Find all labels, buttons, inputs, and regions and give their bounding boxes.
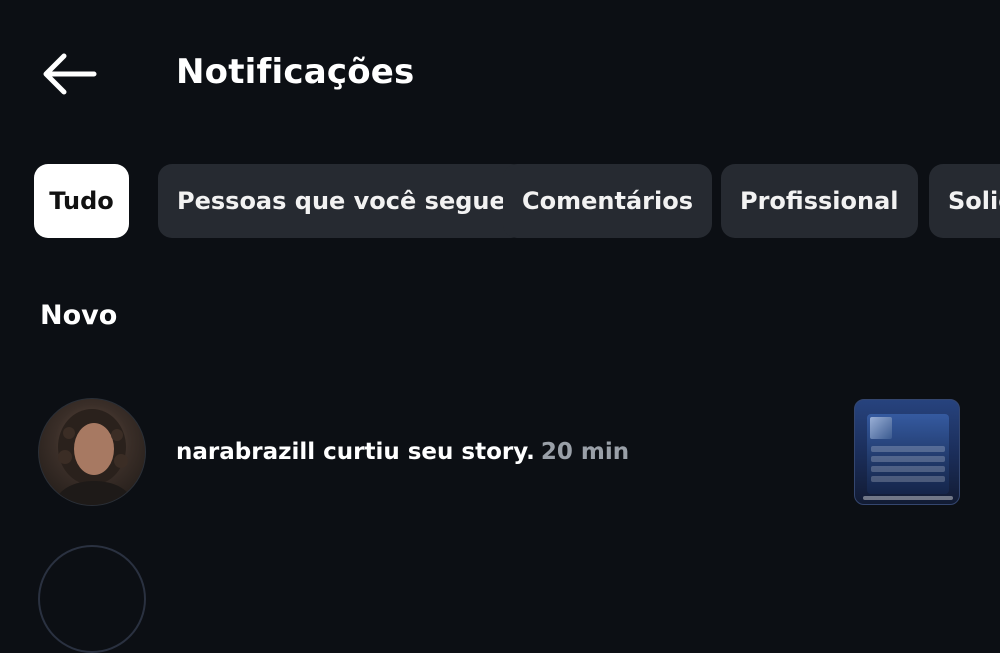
notification-time: 20 min <box>540 439 630 465</box>
page-title: Notificações <box>176 52 415 92</box>
chip-solicitacoes[interactable]: Solic <box>929 164 1000 238</box>
notification-text: narabrazill curtiu seu story. 20 min <box>176 434 629 470</box>
profile-photo <box>56 409 132 505</box>
story-thumbnail[interactable] <box>854 399 960 505</box>
album-cover-icon <box>870 417 892 439</box>
chip-profissional[interactable]: Profissional <box>721 164 918 238</box>
back-button[interactable] <box>36 50 100 98</box>
next-notification-avatar[interactable] <box>38 545 146 653</box>
section-title-novo: Novo <box>40 300 118 331</box>
filter-chip-bar: Tudo Pessoas que você segue Comentários … <box>0 164 1000 240</box>
avatar[interactable] <box>38 398 146 506</box>
track-list-preview <box>871 446 945 486</box>
thumbnail-caption-line <box>863 496 953 500</box>
notification-username[interactable]: narabrazill <box>176 439 315 465</box>
chip-comentarios[interactable]: Comentários <box>503 164 712 238</box>
music-card-preview <box>867 414 949 494</box>
top-bar: Notificações <box>0 0 1000 145</box>
notification-row[interactable]: narabrazill curtiu seu story. 20 min <box>0 396 1000 508</box>
notification-action: curtiu seu story. <box>315 439 535 465</box>
chip-tudo[interactable]: Tudo <box>34 164 129 238</box>
arrow-left-icon <box>43 53 97 95</box>
chip-pessoas-que-voce-segue[interactable]: Pessoas que você segue <box>158 164 525 238</box>
